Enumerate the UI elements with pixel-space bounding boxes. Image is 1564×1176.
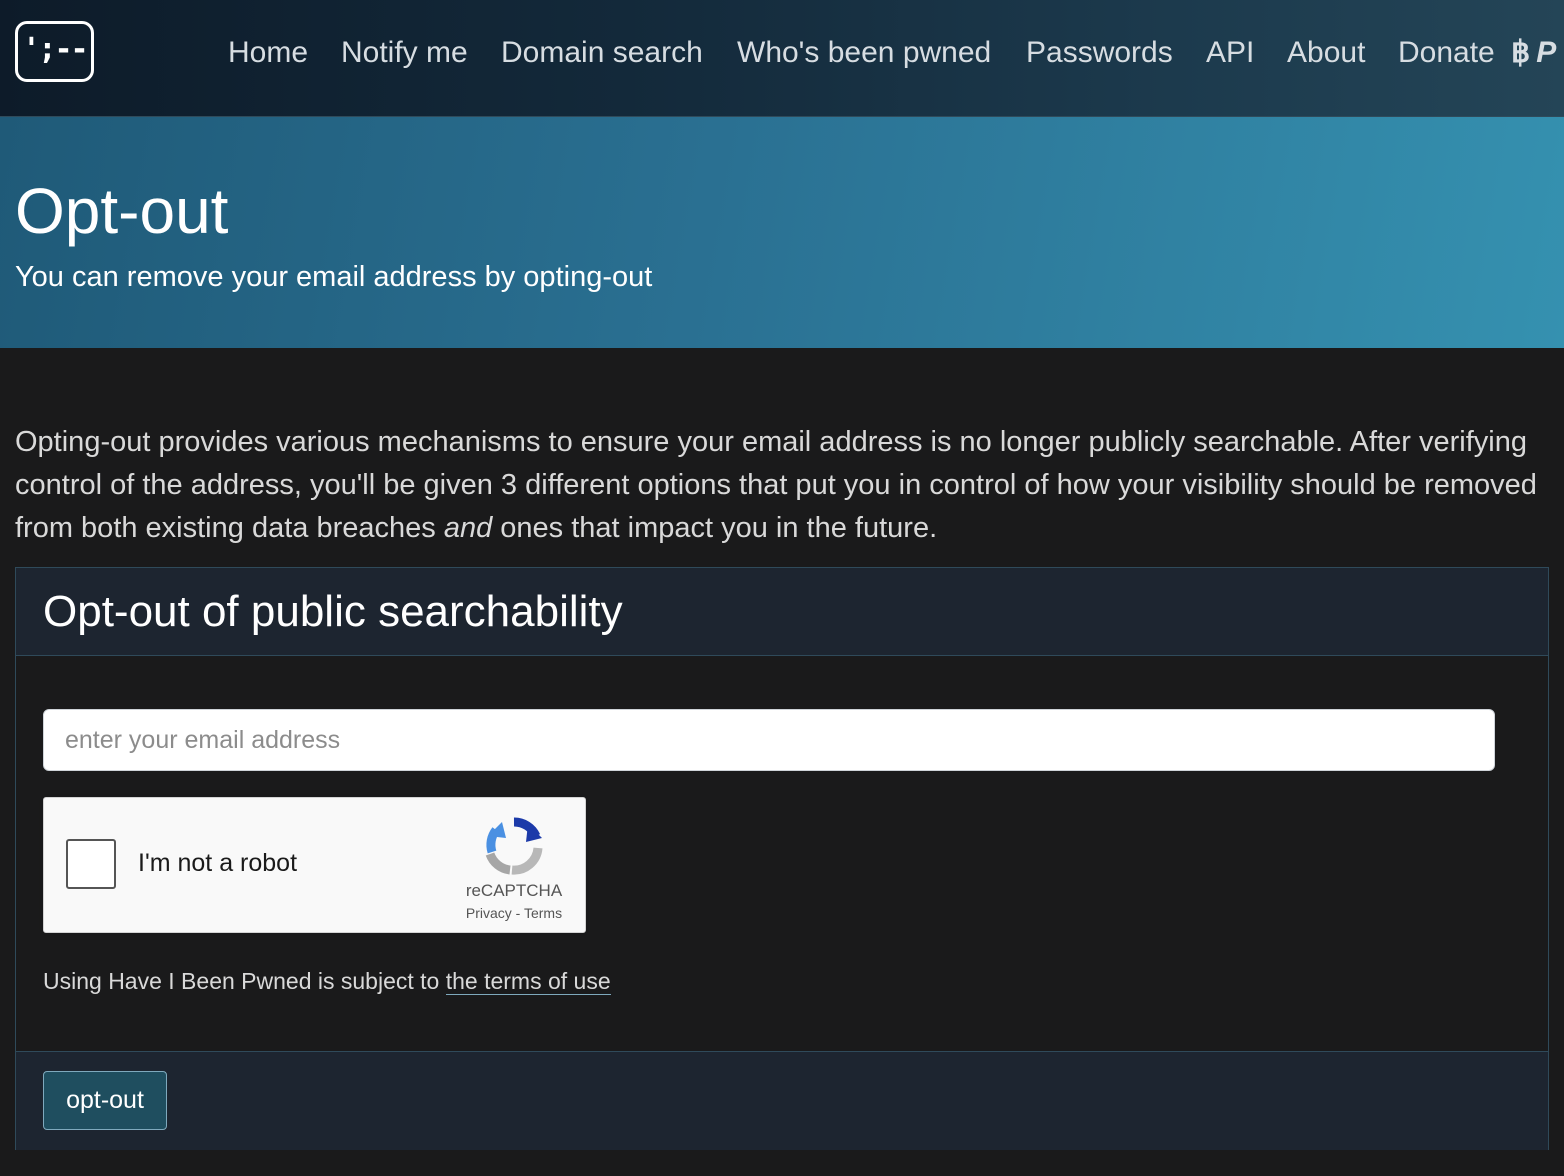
- intro-paragraph: Opting-out provides various mechanisms t…: [15, 421, 1545, 550]
- recaptcha-link-separator: -: [515, 905, 521, 921]
- nav-link-api[interactable]: API: [1206, 34, 1254, 72]
- page-subtitle: You can remove your email address by opt…: [15, 261, 653, 293]
- nav-link-passwords[interactable]: Passwords: [1026, 34, 1173, 72]
- bitcoin-icon[interactable]: ฿: [1511, 36, 1530, 69]
- email-input[interactable]: [43, 709, 1495, 771]
- intro-text-after: ones that impact you in the future.: [492, 512, 938, 544]
- recaptcha-logo-icon: [485, 817, 543, 875]
- recaptcha-privacy-link[interactable]: Privacy: [466, 905, 512, 921]
- recaptcha-widget: I'm not a robot reCAPTCHA Privacy - Term…: [43, 797, 586, 933]
- card-header: Opt-out of public searchability: [16, 568, 1548, 656]
- nav-link-whos-been-pwned[interactable]: Who's been pwned: [737, 34, 991, 72]
- card-heading: Opt-out of public searchability: [43, 587, 623, 636]
- nav-link-donate[interactable]: Donate: [1398, 36, 1495, 69]
- navbar: ';-- Home Notify me Domain search Who's …: [0, 0, 1564, 117]
- nav-link-home[interactable]: Home: [228, 34, 308, 72]
- paypal-icon[interactable]: P: [1536, 36, 1556, 69]
- recaptcha-brand: reCAPTCHA: [465, 881, 563, 900]
- recaptcha-label: I'm not a robot: [138, 849, 298, 877]
- intro-emphasis: and: [443, 512, 493, 544]
- opt-out-card: Opt-out of public searchability I'm not …: [15, 567, 1549, 1150]
- recaptcha-links: Privacy - Terms: [444, 904, 584, 922]
- terms-notice: Using Have I Been Pwned is subject to th…: [43, 966, 611, 996]
- donate-icons: ฿ P: [1511, 34, 1556, 72]
- nav-link-about[interactable]: About: [1287, 34, 1365, 72]
- card-footer: opt-out: [16, 1051, 1548, 1150]
- terms-prefix: Using Have I Been Pwned is subject to: [43, 968, 446, 994]
- nav-link-domain-search[interactable]: Domain search: [501, 34, 703, 72]
- recaptcha-terms-link[interactable]: Terms: [524, 905, 562, 921]
- terms-of-use-link[interactable]: the terms of use: [445, 968, 611, 995]
- nav-donate: Donate ฿ P: [1398, 34, 1556, 72]
- page-title: Opt-out: [15, 175, 229, 247]
- nav-links: Home Notify me Domain search Who's been …: [0, 34, 1564, 74]
- page-hero: Opt-out You can remove your email addres…: [0, 117, 1564, 348]
- recaptcha-checkbox[interactable]: [66, 839, 116, 889]
- nav-link-notify-me[interactable]: Notify me: [341, 34, 468, 72]
- opt-out-button[interactable]: opt-out: [43, 1071, 167, 1130]
